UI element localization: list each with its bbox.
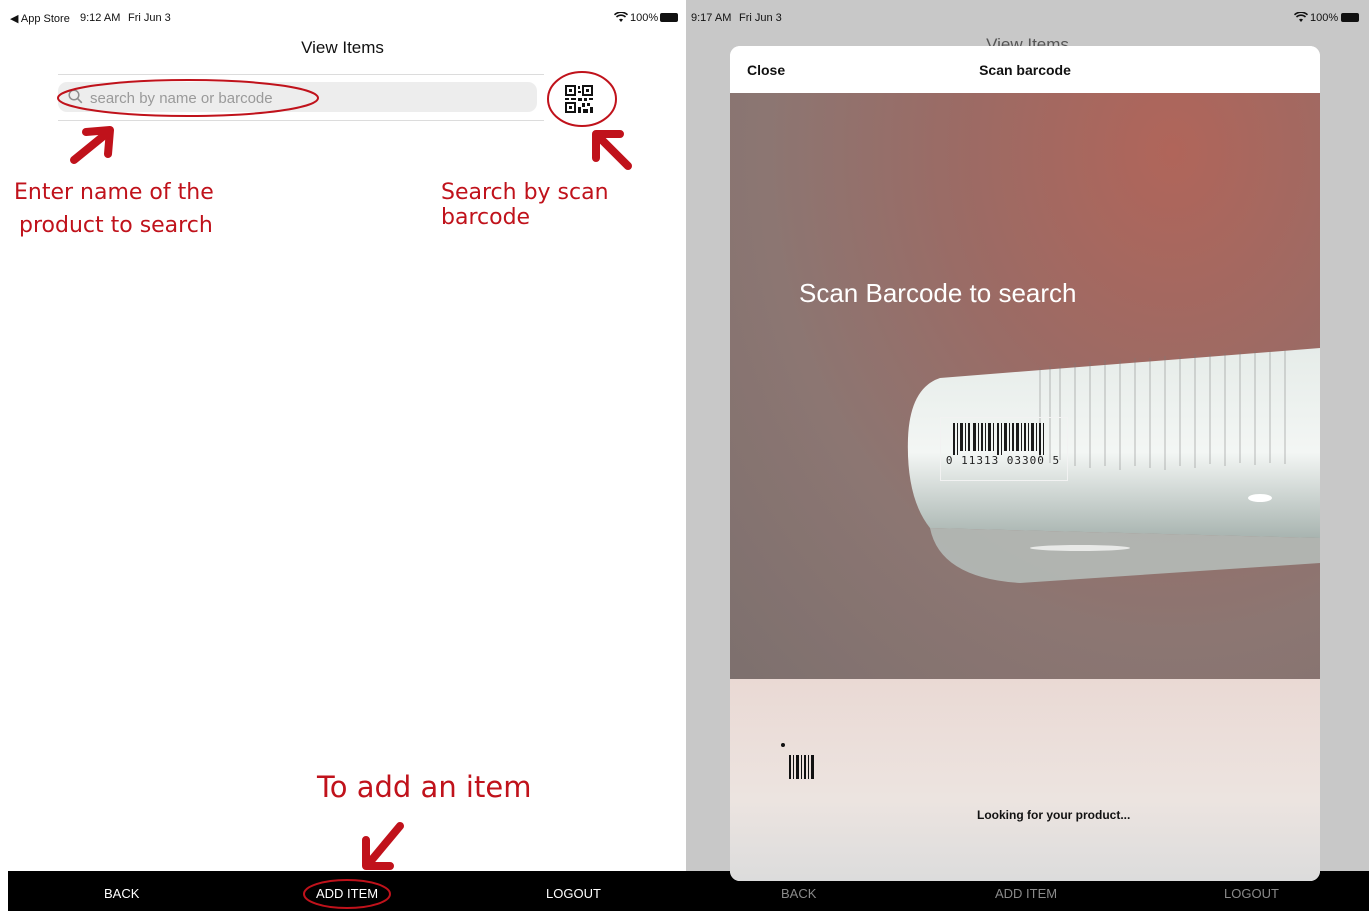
- scan-barcode-modal: Close Scan barcode Scan Barcode to searc…: [730, 46, 1320, 881]
- annotation-search-line1: Enter name of the: [14, 180, 214, 205]
- annotation-arrow-icon: [70, 126, 114, 164]
- annotation-circle-scan: [547, 71, 617, 127]
- annotation-add-item: To add an item: [317, 770, 532, 804]
- bottom-tab-bar: BACK ADD ITEM LOGOUT: [8, 871, 686, 911]
- scan-status-text: Looking for your product...: [977, 808, 1131, 822]
- battery-icon: [1341, 13, 1359, 22]
- back-button[interactable]: BACK: [781, 886, 816, 901]
- status-date: Fri Jun 3: [128, 12, 171, 24]
- annotation-arrow-icon: [362, 822, 404, 870]
- wifi-icon: [1294, 12, 1308, 22]
- barcode-icon: [789, 755, 814, 779]
- camera-view: Scan Barcode to search 0 11313 03300 5: [730, 93, 1320, 679]
- logout-button[interactable]: LOGOUT: [1224, 886, 1279, 901]
- status-battery-percent: 100%: [630, 12, 659, 24]
- battery-icon: [660, 13, 678, 22]
- annotation-search-line2: product to search: [19, 213, 213, 238]
- status-time: 9:12 AM: [80, 12, 121, 24]
- status-time: 9:17 AM: [691, 12, 732, 24]
- barcode-image: [953, 423, 1044, 455]
- status-dot: [781, 743, 785, 747]
- add-item-button[interactable]: ADD ITEM: [995, 886, 1057, 901]
- modal-header: Close Scan barcode: [730, 46, 1320, 93]
- background-page-title: View Items: [686, 38, 1369, 46]
- page-title: View Items: [301, 38, 384, 57]
- annotation-circle-add: [303, 879, 391, 909]
- logout-button[interactable]: LOGOUT: [546, 886, 601, 901]
- barcode-number: 0 11313 03300 5: [945, 454, 1061, 467]
- status-back-app-store[interactable]: ◀ App Store: [10, 12, 70, 25]
- annotation-scan: Search by scan barcode: [441, 180, 609, 230]
- modal-title: Scan barcode: [979, 62, 1071, 78]
- annotation-arrow-icon: [592, 130, 632, 170]
- scan-overlay-text: Scan Barcode to search: [799, 278, 1077, 308]
- status-battery-percent: 100%: [1310, 12, 1339, 24]
- annotation-circle-search: [57, 79, 319, 117]
- wifi-icon: [614, 12, 628, 22]
- divider: [58, 120, 544, 121]
- back-button[interactable]: BACK: [104, 886, 139, 901]
- view-items-screen: ◀ App Store 9:12 AM Fri Jun 3 100% View …: [0, 0, 685, 911]
- status-date: Fri Jun 3: [739, 12, 782, 24]
- divider: [58, 74, 544, 75]
- scan-status-panel: Looking for your product...: [730, 679, 1320, 881]
